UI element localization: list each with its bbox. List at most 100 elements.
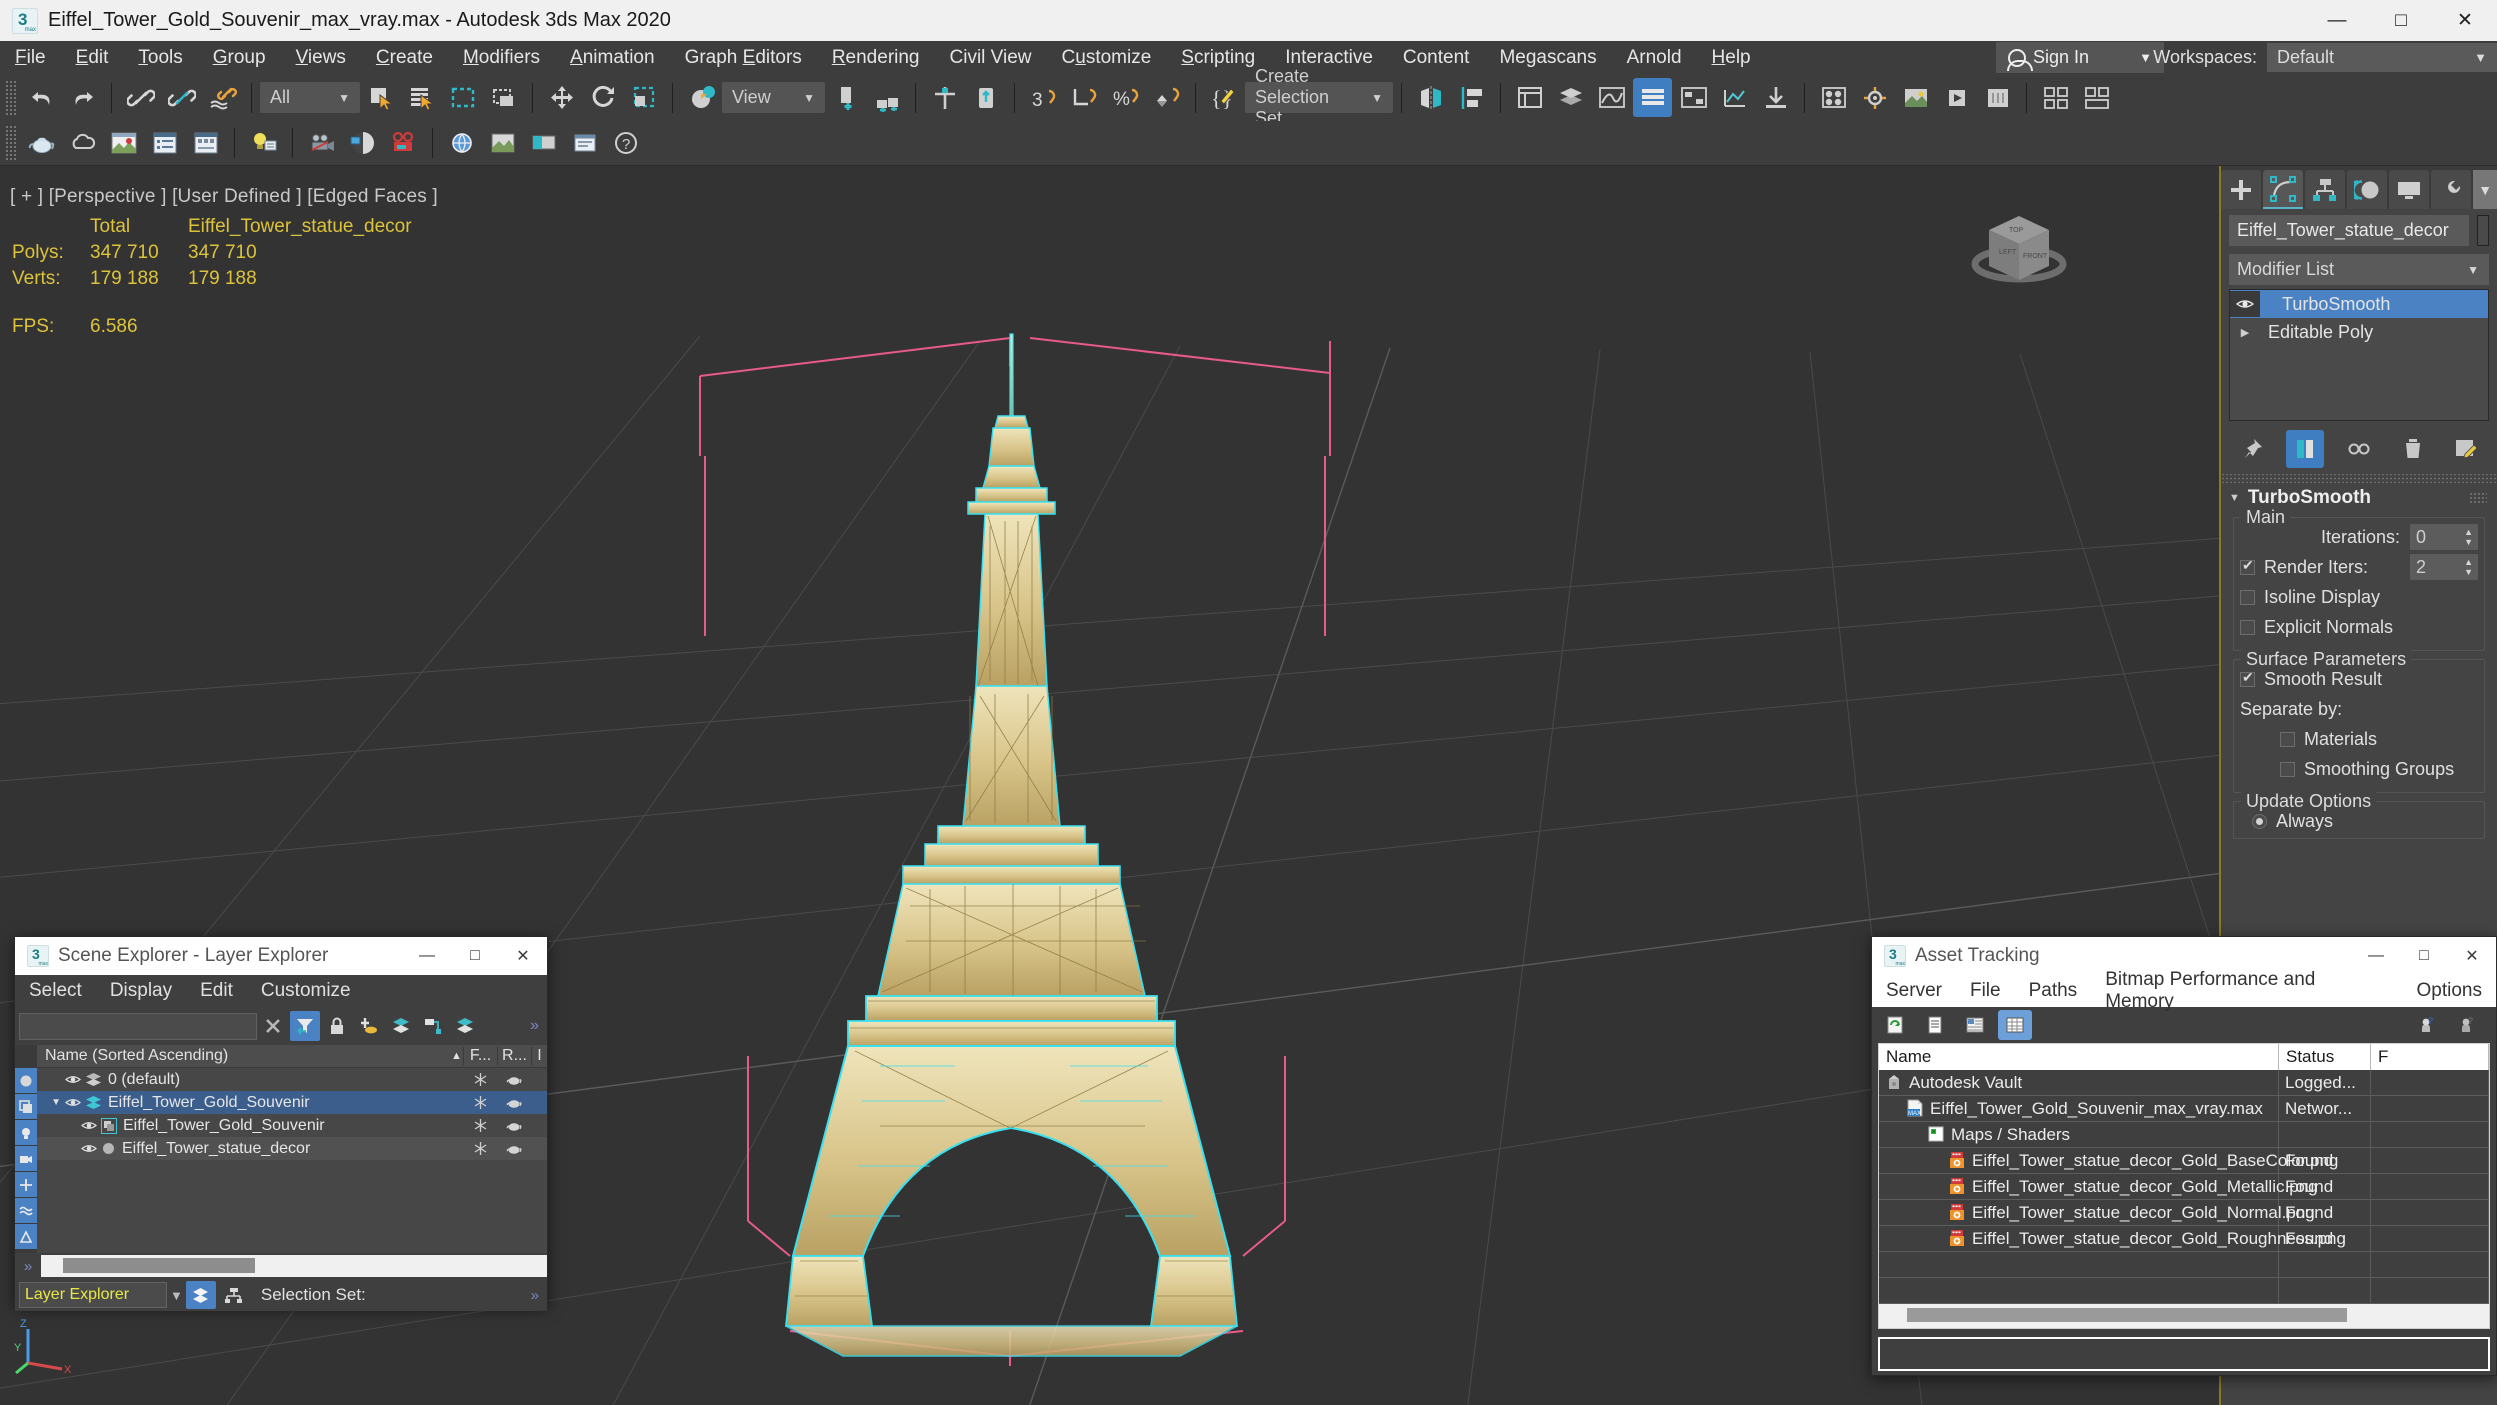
column-frozen[interactable]: F... — [463, 1047, 497, 1065]
reference-coordinate-dropdown[interactable]: View ▼ — [722, 82, 825, 113]
explicit-normals-checkbox[interactable] — [2240, 619, 2255, 635]
select-and-move-button[interactable] — [542, 78, 581, 117]
render-to-texture-button[interactable] — [483, 124, 522, 163]
cloud-helper-button[interactable] — [63, 124, 102, 163]
grid-view-icon[interactable] — [1998, 1010, 2032, 1040]
tab-motion[interactable] — [2347, 170, 2388, 209]
se-menu-edit[interactable]: Edit — [186, 980, 247, 1002]
at-menu-server[interactable]: Server — [1872, 980, 1956, 1002]
render-iterative-button[interactable] — [1978, 78, 2017, 117]
object-name-input[interactable] — [2229, 215, 2469, 246]
modifier-stack-item[interactable]: ▶ Editable Poly — [2230, 318, 2488, 346]
configure-modifier-sets-button[interactable] — [2447, 430, 2485, 468]
scene-states-button[interactable] — [186, 124, 225, 163]
bitmap-view-icon[interactable] — [1958, 1010, 1992, 1040]
align-objects-button[interactable] — [1452, 78, 1491, 117]
render-iters-checkbox[interactable] — [2240, 557, 2255, 575]
select-and-link-button[interactable] — [121, 78, 160, 117]
select-by-name-button[interactable] — [402, 78, 441, 117]
select-object-button[interactable] — [361, 78, 400, 117]
percent-snap-toggle-button[interactable]: % — [1106, 78, 1145, 117]
asset-table[interactable]: Name Status F Autodesk Vault Logged... MAX… — [1878, 1043, 2490, 1329]
hierarchy-view-button[interactable] — [219, 1281, 249, 1309]
menu-item-group[interactable]: Group — [198, 41, 281, 74]
visibility-eye-icon[interactable] — [65, 1074, 81, 1085]
explorer-mode-combo[interactable]: Layer Explorer — [19, 1282, 167, 1308]
menu-item-views[interactable]: Views — [281, 41, 361, 74]
asset-row[interactable] — [1879, 1252, 2489, 1278]
viewport-label[interactable]: [ + ] [Perspective ] [User Defined ] [Ed… — [10, 186, 438, 208]
render-setup-button[interactable] — [1855, 78, 1894, 117]
menu-item-customize[interactable]: Customize — [1047, 41, 1167, 74]
render-iters-spinner[interactable]: 2 ▲ ▼ — [2410, 554, 2478, 580]
teapot-primitive-button[interactable] — [22, 124, 61, 163]
tab-modify[interactable] — [2263, 170, 2304, 209]
asset-row[interactable]: MAX Eiffel_Tower_Gold_Souvenir_max_vray.m… — [1879, 1096, 2489, 1122]
tab-create[interactable] — [2221, 170, 2262, 209]
import-button[interactable] — [1756, 78, 1795, 117]
modifier-stack-item[interactable]: TurboSmooth — [2230, 290, 2488, 318]
unlink-selection-button[interactable] — [162, 78, 201, 117]
select-and-place-button[interactable] — [867, 78, 906, 117]
material-browser-button[interactable] — [104, 124, 143, 163]
minimize-button[interactable]: — — [403, 937, 451, 975]
menu-item-edit[interactable]: Edit — [61, 41, 124, 74]
status-overflow-icon[interactable]: » — [531, 1287, 543, 1304]
expand-chevron-icon[interactable]: » — [15, 1258, 41, 1275]
filter-spacewarps-icon[interactable] — [15, 1198, 37, 1223]
close-button[interactable]: ✕ — [2448, 937, 2496, 975]
rectangular-select-region-button[interactable] — [443, 78, 482, 117]
render-production-button[interactable] — [1937, 78, 1976, 117]
show-end-result-button[interactable] — [2286, 430, 2325, 468]
materials-row[interactable]: Materials — [2240, 724, 2478, 754]
freeze-toggle-icon[interactable] — [463, 1095, 497, 1110]
search-input[interactable] — [19, 1012, 257, 1040]
scene-explorer-row[interactable]: 0 (default) — [37, 1068, 547, 1091]
menu-item-rendering[interactable]: Rendering — [817, 41, 935, 74]
renderable-toggle-icon[interactable] — [497, 1074, 531, 1086]
quick-align-button[interactable] — [966, 78, 1005, 117]
scene-explorer-window[interactable]: Scene Explorer - Layer Explorer — □ ✕ Se… — [14, 936, 548, 1311]
menu-item-arnold[interactable]: Arnold — [1612, 41, 1697, 74]
rendered-frame-window-button[interactable] — [1896, 78, 1935, 117]
column-name[interactable]: Name (Sorted Ascending) — [37, 1047, 451, 1065]
undo-button[interactable] — [22, 78, 61, 117]
renderable-toggle-icon[interactable] — [497, 1143, 531, 1155]
tab-utilities[interactable] — [2431, 170, 2472, 209]
clear-search-icon[interactable] — [258, 1011, 288, 1041]
scene-explorer-row[interactable]: ▼ Eiffel_Tower_Gold_Souvenir — [37, 1091, 547, 1114]
tab-hierarchy[interactable] — [2305, 170, 2346, 209]
spinner-arrows-icon[interactable]: ▲ ▼ — [2464, 527, 2473, 547]
mirror-button[interactable] — [1411, 78, 1450, 117]
filter-bones-icon[interactable] — [15, 1224, 37, 1249]
at-menu-options[interactable]: Options — [2403, 980, 2496, 1002]
asset-tracking-window[interactable]: Asset Tracking — □ ✕ ServerFilePathsBitm… — [1871, 936, 2497, 1376]
column-status[interactable]: Status — [2279, 1044, 2371, 1070]
scene-explorer-tree[interactable]: Name (Sorted Ascending) ▲ F... R... I 0 … — [37, 1045, 547, 1253]
filter-helpers-icon[interactable] — [15, 1172, 37, 1197]
horizontal-scrollbar[interactable]: » — [15, 1253, 547, 1279]
asset-row[interactable]: Autodesk Vault Logged... — [1879, 1070, 2489, 1096]
renderable-toggle-icon[interactable] — [497, 1120, 531, 1132]
visibility-eye-icon[interactable] — [81, 1120, 97, 1131]
filter-geometry-icon[interactable] — [15, 1068, 37, 1093]
expander-icon[interactable]: ▼ — [37, 1097, 61, 1108]
visibility-eye-icon[interactable] — [65, 1097, 81, 1108]
menu-item-animation[interactable]: Animation — [555, 41, 670, 74]
filter-cameras-icon[interactable] — [15, 1146, 37, 1171]
material-editor-button[interactable] — [1814, 78, 1853, 117]
freeze-toggle-icon[interactable] — [463, 1141, 497, 1156]
add-layer-icon[interactable] — [354, 1011, 384, 1041]
asset-horizontal-scrollbar[interactable] — [1879, 1304, 2489, 1328]
workspaces-select[interactable]: Default ▼ — [2267, 43, 2497, 72]
scrollbar-thumb[interactable] — [1907, 1308, 2347, 1322]
menu-item-tools[interactable]: Tools — [123, 41, 197, 74]
schematic-view-button[interactable] — [1674, 78, 1713, 117]
close-button[interactable]: ✕ — [499, 937, 547, 975]
close-button[interactable]: ✕ — [2433, 0, 2497, 41]
asset-row[interactable]: Eiffel_Tower_statue_decor_Gold_BaseColor… — [1879, 1148, 2489, 1174]
maximize-button[interactable]: □ — [2369, 0, 2433, 41]
toolbar-grip[interactable] — [5, 125, 16, 161]
always-radio[interactable] — [2252, 813, 2267, 829]
safe-frames-button[interactable] — [343, 124, 382, 163]
